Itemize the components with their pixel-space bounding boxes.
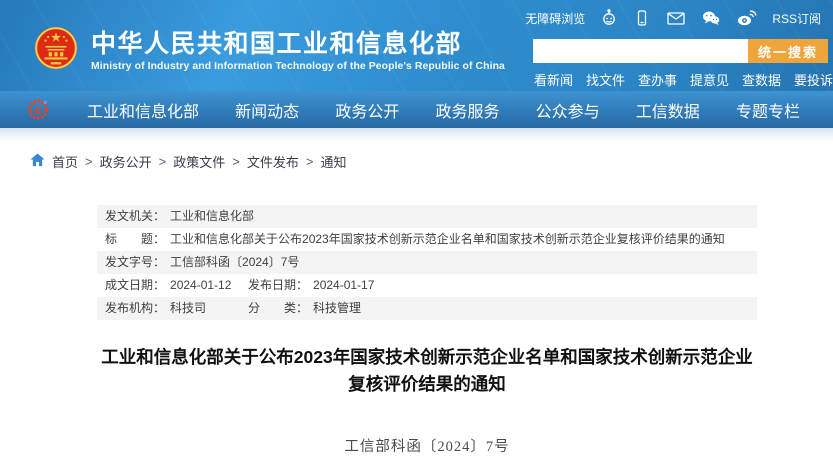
article-title: 工业和信息化部关于公布2023年国家技术创新示范企业名单和国家技术创新示范企业 … (97, 344, 757, 398)
weibo-icon[interactable] (736, 9, 757, 27)
brand-text: 中华人民共和国工业和信息化部 Ministry of Industry and … (91, 30, 505, 72)
home-icon[interactable] (30, 153, 45, 170)
article-doc-number: 工信部科函〔2024〕7号 (97, 435, 757, 456)
nav-item-ministry[interactable]: 工业和信息化部 (87, 98, 199, 122)
page: 无障碍浏览 (0, 0, 833, 463)
miit-e-logo-icon[interactable]: e (27, 98, 50, 126)
utility-bar: 无障碍浏览 (525, 9, 821, 27)
nav-item-gov-open[interactable]: 政务公开 (335, 98, 399, 122)
breadcrumb-separator: > (306, 154, 314, 169)
header-bottom-strip (0, 128, 833, 144)
meta-row-doc-number: 发文字号： 工信部科函〔2024〕7号 (97, 251, 757, 274)
nav-item-gov-service[interactable]: 政务服务 (435, 98, 499, 122)
svg-text:e: e (35, 103, 42, 117)
quick-link-services[interactable]: 查办事 (638, 70, 677, 89)
meta-value: 2024-01-17 (313, 274, 374, 297)
site-header: 无障碍浏览 (0, 0, 833, 128)
mail-icon[interactable] (666, 9, 686, 27)
breadcrumb-policy-files[interactable]: 政策文件 (173, 152, 225, 171)
article-title-line1: 工业和信息化部关于公布2023年国家技术创新示范企业名单和国家技术创新示范企业 (97, 344, 757, 371)
quick-link-news[interactable]: 看新闻 (534, 70, 573, 89)
nav-item-participation[interactable]: 公众参与 (536, 98, 600, 122)
breadcrumb-home[interactable]: 首页 (52, 152, 78, 171)
meta-value: 科技管理 (313, 297, 361, 320)
site-subtitle: Ministry of Industry and Information Tec… (91, 61, 505, 72)
breadcrumb: 首页 > 政务公开 > 政策文件 > 文件发布 > 通知 (30, 152, 833, 171)
quick-link-files[interactable]: 找文件 (586, 70, 625, 89)
breadcrumb-gov-open[interactable]: 政务公开 (100, 152, 152, 171)
quick-link-suggest[interactable]: 提意见 (690, 70, 729, 89)
quick-links: 看新闻 找文件 查办事 提意见 查数据 要投诉 (534, 70, 833, 89)
meta-value: 2024-01-12 (170, 274, 231, 297)
breadcrumb-notice[interactable]: 通知 (320, 152, 346, 171)
breadcrumb-file-release[interactable]: 文件发布 (247, 152, 299, 171)
meta-label: 标 题： (105, 228, 165, 251)
national-emblem-icon (33, 25, 79, 76)
article-title-line2: 复核评价结果的通知 (97, 371, 757, 398)
meta-label: 发布日期： (248, 274, 308, 297)
main-nav: e 工业和信息化部 新闻动态 政务公开 政务服务 公众参与 工信数据 专题专栏 (0, 91, 833, 128)
robot-icon[interactable] (600, 9, 618, 27)
quick-link-complaint[interactable]: 要投诉 (794, 70, 833, 89)
meta-value: 科技司 (170, 297, 206, 320)
breadcrumb-separator: > (159, 154, 167, 169)
rss-link[interactable]: RSS订阅 (772, 10, 821, 27)
meta-label: 分 类： (248, 297, 308, 320)
meta-row-issuing-agency: 发文机关： 工业和信息化部 (97, 205, 757, 228)
nav-item-news[interactable]: 新闻动态 (235, 98, 299, 122)
meta-label: 成文日期： (105, 274, 165, 297)
search-input[interactable] (533, 39, 748, 63)
quick-link-data[interactable]: 查数据 (742, 70, 781, 89)
meta-row-title: 标 题： 工业和信息化部关于公布2023年国家技术创新示范企业名单和国家技术创新… (97, 228, 757, 251)
wechat-icon[interactable] (701, 9, 721, 27)
nav-item-data[interactable]: 工信数据 (636, 98, 700, 122)
meta-value: 工信部科函〔2024〕7号 (170, 251, 299, 274)
meta-label: 发文字号： (105, 251, 165, 274)
nav-items: 工业和信息化部 新闻动态 政务公开 政务服务 公众参与 工信数据 专题专栏 (87, 91, 800, 128)
meta-label: 发文机关： (105, 205, 165, 228)
search-button[interactable]: 统一搜索 (748, 39, 828, 63)
site-brand[interactable]: 中华人民共和国工业和信息化部 Ministry of Industry and … (33, 25, 505, 76)
search-bar: 统一搜索 (533, 39, 828, 63)
meta-value: 工业和信息化部 (170, 205, 254, 228)
document-meta-table: 发文机关： 工业和信息化部 标 题： 工业和信息化部关于公布2023年国家技术创… (97, 205, 757, 320)
breadcrumb-separator: > (232, 154, 240, 169)
site-title: 中华人民共和国工业和信息化部 (91, 30, 505, 58)
meta-row-dates: 成文日期： 2024-01-12 发布日期： 2024-01-17 (97, 274, 757, 297)
accessibility-link[interactable]: 无障碍浏览 (525, 10, 585, 27)
mobile-icon[interactable] (633, 9, 651, 27)
breadcrumb-separator: > (85, 154, 93, 169)
meta-label: 发布机构： (105, 297, 165, 320)
meta-value: 工业和信息化部关于公布2023年国家技术创新示范企业名单和国家技术创新示范企业复… (170, 228, 725, 251)
nav-item-topics[interactable]: 专题专栏 (736, 98, 800, 122)
meta-row-publisher-category: 发布机构： 科技司 分 类： 科技管理 (97, 297, 757, 320)
